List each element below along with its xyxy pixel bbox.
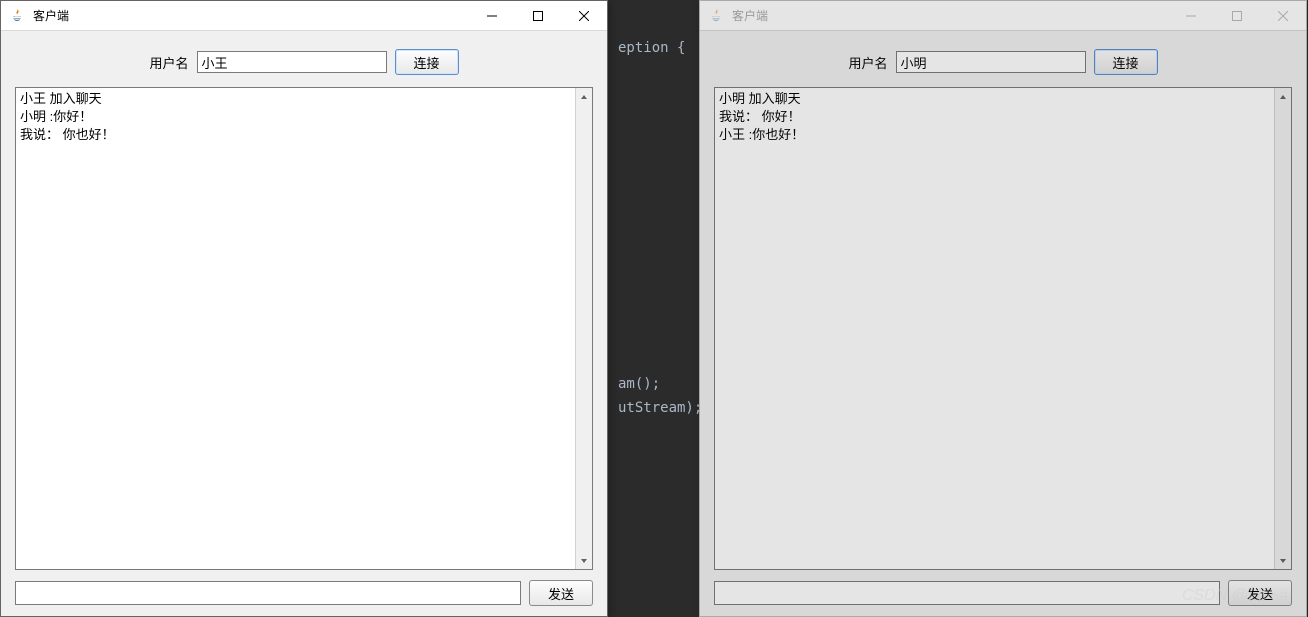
scroll-track[interactable] (1275, 105, 1291, 552)
send-row: 发送 (15, 580, 593, 606)
chat-log-text[interactable]: 小王 加入聊天 小明 :你好！ 我说： 你也好！ (16, 88, 575, 569)
window-content: 用户名 连接 小王 加入聊天 小明 :你好！ 我说： 你也好！ 发送 (1, 31, 607, 616)
chat-log-area: 小明 加入聊天 我说： 你好！ 小王 :你也好！ (714, 87, 1292, 570)
scrollbar[interactable] (575, 88, 592, 569)
window-content: 用户名 连接 小明 加入聊天 我说： 你好！ 小王 :你也好！ 发送 (700, 31, 1306, 616)
close-button[interactable] (561, 1, 607, 31)
connect-row: 用户名 连接 (714, 49, 1292, 75)
code-line: eption { (618, 40, 685, 56)
titlebar[interactable]: 客户端 (700, 1, 1306, 31)
window-title: 客户端 (33, 7, 69, 24)
send-button[interactable]: 发送 (529, 580, 593, 606)
scroll-up-button[interactable] (1275, 88, 1291, 105)
client-window-2: 客户端 用户名 连接 小明 加入聊天 我说： 你好！ 小王 :你也好！ 发送 (699, 0, 1307, 617)
send-button[interactable]: 发送 (1228, 580, 1292, 606)
scroll-up-button[interactable] (576, 88, 592, 105)
titlebar[interactable]: 客户端 (1, 1, 607, 31)
username-label: 用户名 (848, 53, 887, 72)
close-button[interactable] (1260, 1, 1306, 31)
maximize-button[interactable] (515, 1, 561, 31)
scroll-down-button[interactable] (1275, 552, 1291, 569)
client-window-1: 客户端 用户名 连接 小王 加入聊天 小明 :你好！ 我说： 你也好！ 发送 (0, 0, 608, 617)
code-line: utStream); (618, 400, 702, 416)
java-app-icon (9, 8, 25, 24)
scroll-down-button[interactable] (576, 552, 592, 569)
scrollbar[interactable] (1274, 88, 1291, 569)
connect-button[interactable]: 连接 (1094, 49, 1158, 75)
code-line: am(); (618, 376, 660, 392)
chat-log-text[interactable]: 小明 加入聊天 我说： 你好！ 小王 :你也好！ (715, 88, 1274, 569)
minimize-button[interactable] (469, 1, 515, 31)
connect-row: 用户名 连接 (15, 49, 593, 75)
message-input[interactable] (15, 581, 521, 605)
minimize-button[interactable] (1168, 1, 1214, 31)
chat-log-area: 小王 加入聊天 小明 :你好！ 我说： 你也好！ (15, 87, 593, 570)
java-app-icon (708, 8, 724, 24)
message-input[interactable] (714, 581, 1220, 605)
scroll-track[interactable] (576, 105, 592, 552)
connect-button[interactable]: 连接 (395, 49, 459, 75)
username-input[interactable] (197, 51, 387, 73)
maximize-button[interactable] (1214, 1, 1260, 31)
username-label: 用户名 (149, 53, 188, 72)
username-input[interactable] (896, 51, 1086, 73)
send-row: 发送 (714, 580, 1292, 606)
window-title: 客户端 (732, 7, 768, 24)
